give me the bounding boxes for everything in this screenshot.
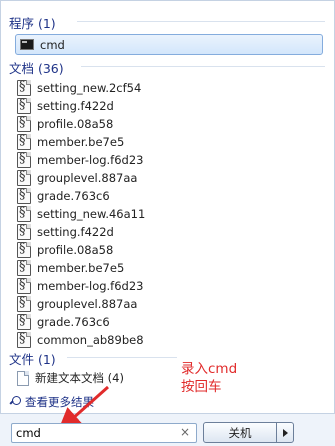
document-item-label: grouplevel.887aa — [37, 171, 138, 185]
document-item-label: grade.763c6 — [37, 189, 110, 203]
annotation-line-1: 录入cmd — [181, 361, 238, 377]
document-icon — [17, 205, 31, 222]
document-icon — [17, 133, 31, 150]
document-item-label: setting_new.2cf54 — [37, 81, 142, 95]
document-icon — [17, 241, 31, 258]
document-item[interactable]: setting.f422d — [17, 223, 114, 241]
shutdown-button[interactable]: 关机 — [203, 422, 277, 443]
program-item-label: cmd — [40, 37, 65, 52]
document-item-label: common_ab89be8 — [37, 333, 144, 347]
document-item[interactable]: profile.08a58 — [17, 115, 113, 133]
document-item[interactable]: member-log.f6d23 — [17, 277, 143, 295]
document-item-label: member.be7e5 — [37, 261, 125, 275]
document-icon — [17, 331, 31, 348]
document-item[interactable]: grade.763c6 — [17, 313, 110, 331]
document-item[interactable]: grouplevel.887aa — [17, 295, 137, 313]
search-input[interactable] — [16, 426, 176, 440]
cmd-icon — [20, 39, 34, 50]
shutdown-button-label: 关机 — [228, 425, 252, 440]
file-item-label: 新建文本文档 (4) — [35, 371, 124, 385]
files-header: 文件 (1) — [9, 352, 56, 367]
document-icon — [17, 259, 31, 276]
document-item-label: setting_new.46a11 — [37, 207, 146, 221]
document-item[interactable]: grouplevel.887aa — [17, 169, 137, 187]
text-file-icon — [17, 370, 29, 386]
document-item[interactable]: member-log.f6d23 — [17, 151, 143, 169]
document-item-label: member-log.f6d23 — [37, 153, 144, 167]
document-icon — [17, 313, 31, 330]
document-icon — [17, 295, 31, 312]
search-icon — [9, 396, 21, 408]
documents-divider — [81, 66, 325, 67]
document-item[interactable]: setting_new.46a11 — [17, 205, 145, 223]
document-item[interactable]: grade.763c6 — [17, 187, 110, 205]
shutdown-options-button[interactable] — [276, 422, 294, 443]
see-more-results-label: 查看更多结果 — [25, 395, 94, 409]
annotation-line-2: 按回车 — [181, 379, 222, 395]
document-icon — [17, 115, 31, 132]
document-item-label: profile.08a58 — [37, 243, 114, 257]
document-item[interactable]: member.be7e5 — [17, 259, 124, 277]
document-item[interactable]: setting_new.2cf54 — [17, 79, 141, 97]
document-item[interactable]: common_ab89be8 — [17, 331, 144, 349]
document-icon — [17, 187, 31, 204]
programs-header: 程序 (1) — [9, 16, 56, 31]
document-icon — [17, 97, 31, 114]
document-icon — [17, 169, 31, 186]
files-divider — [67, 357, 177, 358]
search-box[interactable]: × — [11, 423, 197, 443]
program-item-cmd[interactable]: cmd — [15, 34, 323, 55]
document-icon — [17, 79, 31, 96]
document-icon — [17, 151, 31, 168]
programs-divider — [77, 21, 325, 22]
document-icon — [17, 277, 31, 294]
document-item-label: setting.f422d — [37, 225, 114, 239]
file-item[interactable]: 新建文本文档 (4) — [17, 369, 124, 387]
document-icon — [17, 223, 31, 240]
annotation-text: 录入cmd 按回车 — [181, 360, 237, 396]
document-item-label: grade.763c6 — [37, 315, 110, 329]
document-item[interactable]: member.be7e5 — [17, 133, 124, 151]
documents-header: 文档 (36) — [9, 61, 64, 76]
document-item-label: member-log.f6d23 — [37, 279, 144, 293]
document-item[interactable]: profile.08a58 — [17, 241, 113, 259]
document-item-label: grouplevel.887aa — [37, 297, 138, 311]
chevron-right-icon — [282, 428, 288, 437]
document-item-label: profile.08a58 — [37, 117, 114, 131]
start-menu-results-panel: 程序 (1) cmd 文档 (36) setting_new.2cf54 set… — [0, 0, 335, 414]
document-item-label: setting.f422d — [37, 99, 114, 113]
document-item[interactable]: setting.f422d — [17, 97, 114, 115]
document-item-label: member.be7e5 — [37, 135, 125, 149]
see-more-results-link[interactable]: 查看更多结果 — [9, 394, 94, 410]
clear-search-icon[interactable]: × — [180, 425, 190, 439]
